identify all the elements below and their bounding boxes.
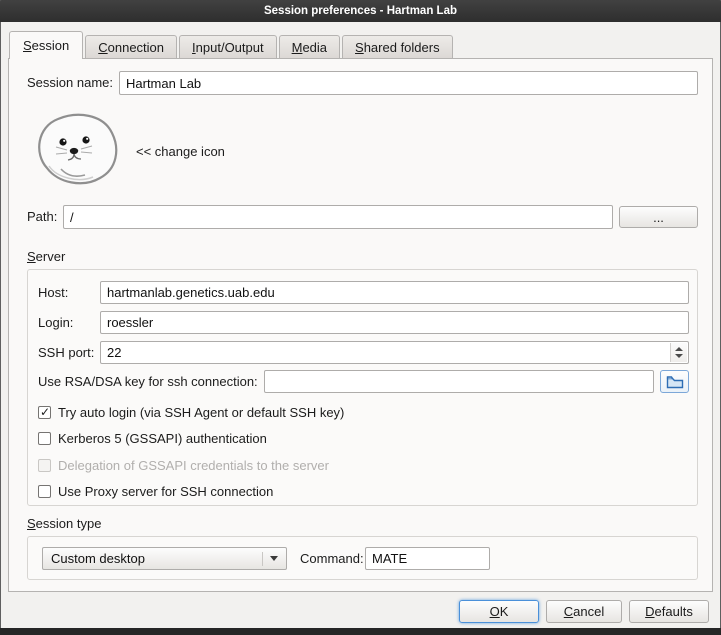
- path-browse-button[interactable]: ...: [619, 206, 698, 228]
- kerberos-checkbox[interactable]: Kerberos 5 (GSSAPI) authentication: [38, 430, 267, 446]
- rsa-key-input[interactable]: [264, 370, 654, 393]
- cancel-button-label: Cancel: [564, 604, 604, 619]
- dropdown-separator: [262, 552, 263, 566]
- tab-bar: Session Connection Input/Output Media Sh…: [9, 30, 455, 58]
- change-icon-hint: << change icon: [136, 144, 225, 160]
- session-type-group: Custom desktop Command: MATE: [27, 536, 698, 580]
- path-input[interactable]: /: [63, 205, 613, 229]
- gssapi-delegation-checkbox: Delegation of GSSAPI credentials to the …: [38, 457, 329, 473]
- session-preferences-window: Session preferences - Hartman Lab Sessio…: [0, 0, 721, 635]
- spin-down-icon[interactable]: [675, 354, 683, 358]
- checkbox-box: [38, 406, 51, 419]
- rsa-key-browse-button[interactable]: [660, 370, 689, 393]
- ssh-port-value: 22: [107, 345, 121, 360]
- checkbox-box: [38, 432, 51, 445]
- session-name-label: Session name:: [27, 75, 113, 91]
- command-input[interactable]: MATE: [365, 547, 490, 570]
- kerberos-checkbox-label: Kerberos 5 (GSSAPI) authentication: [58, 431, 267, 446]
- tab-session-label: Session: [23, 38, 69, 53]
- session-name-input[interactable]: Hartman Lab: [119, 71, 698, 95]
- host-label: Host:: [38, 285, 68, 301]
- proxy-checkbox[interactable]: Use Proxy server for SSH connection: [38, 483, 273, 499]
- window-title: Session preferences - Hartman Lab: [264, 5, 457, 17]
- checkbox-box: [38, 485, 51, 498]
- command-label: Command:: [300, 551, 364, 567]
- proxy-checkbox-label: Use Proxy server for SSH connection: [58, 484, 273, 499]
- window-bottom-edge: [0, 628, 721, 635]
- checkbox-box: [38, 459, 51, 472]
- session-icon-button[interactable]: [27, 106, 123, 192]
- ssh-port-spinbox[interactable]: 22: [100, 341, 689, 364]
- tab-media[interactable]: Media: [279, 35, 340, 58]
- tab-shared-folders-label: Shared folders: [355, 40, 440, 55]
- chevron-down-icon: [270, 556, 278, 561]
- ssh-port-label: SSH port:: [38, 345, 94, 361]
- ok-button-label: OK: [490, 604, 509, 619]
- titlebar[interactable]: Session preferences - Hartman Lab: [0, 0, 721, 22]
- defaults-button[interactable]: Defaults: [629, 600, 709, 623]
- server-group: Host: hartmanlab.genetics.uab.edu Login:…: [27, 269, 698, 506]
- tab-input-output-label: Input/Output: [192, 40, 264, 55]
- session-type-dropdown[interactable]: Custom desktop: [42, 547, 287, 570]
- login-label: Login:: [38, 315, 73, 331]
- session-type-dropdown-value: Custom desktop: [51, 551, 145, 566]
- tab-shared-folders[interactable]: Shared folders: [342, 35, 453, 58]
- tab-input-output[interactable]: Input/Output: [179, 35, 277, 58]
- server-group-label: Server: [27, 249, 65, 265]
- host-input[interactable]: hartmanlab.genetics.uab.edu: [100, 281, 689, 304]
- cancel-button[interactable]: Cancel: [546, 600, 622, 623]
- session-tab-panel: Session name: Hartman Lab << change icon…: [8, 58, 713, 592]
- tab-media-label: Media: [292, 40, 327, 55]
- session-type-group-label: Session type: [27, 516, 101, 532]
- spin-up-icon[interactable]: [675, 347, 683, 351]
- rsa-key-label: Use RSA/DSA key for ssh connection:: [38, 374, 258, 390]
- auto-login-checkbox-label: Try auto login (via SSH Agent or default…: [58, 405, 344, 420]
- tab-connection-label: Connection: [98, 40, 164, 55]
- defaults-button-label: Defaults: [645, 604, 693, 619]
- gssapi-delegation-checkbox-label: Delegation of GSSAPI credentials to the …: [58, 458, 329, 473]
- ok-button[interactable]: OK: [459, 600, 539, 623]
- tab-connection[interactable]: Connection: [85, 35, 177, 58]
- auto-login-checkbox[interactable]: Try auto login (via SSH Agent or default…: [38, 404, 344, 420]
- tab-session[interactable]: Session: [9, 31, 83, 59]
- seal-icon: [27, 106, 123, 190]
- path-label: Path:: [27, 209, 57, 225]
- login-input[interactable]: roessler: [100, 311, 689, 334]
- up-down-arrows-icon[interactable]: [670, 343, 687, 362]
- folder-icon: [666, 375, 684, 389]
